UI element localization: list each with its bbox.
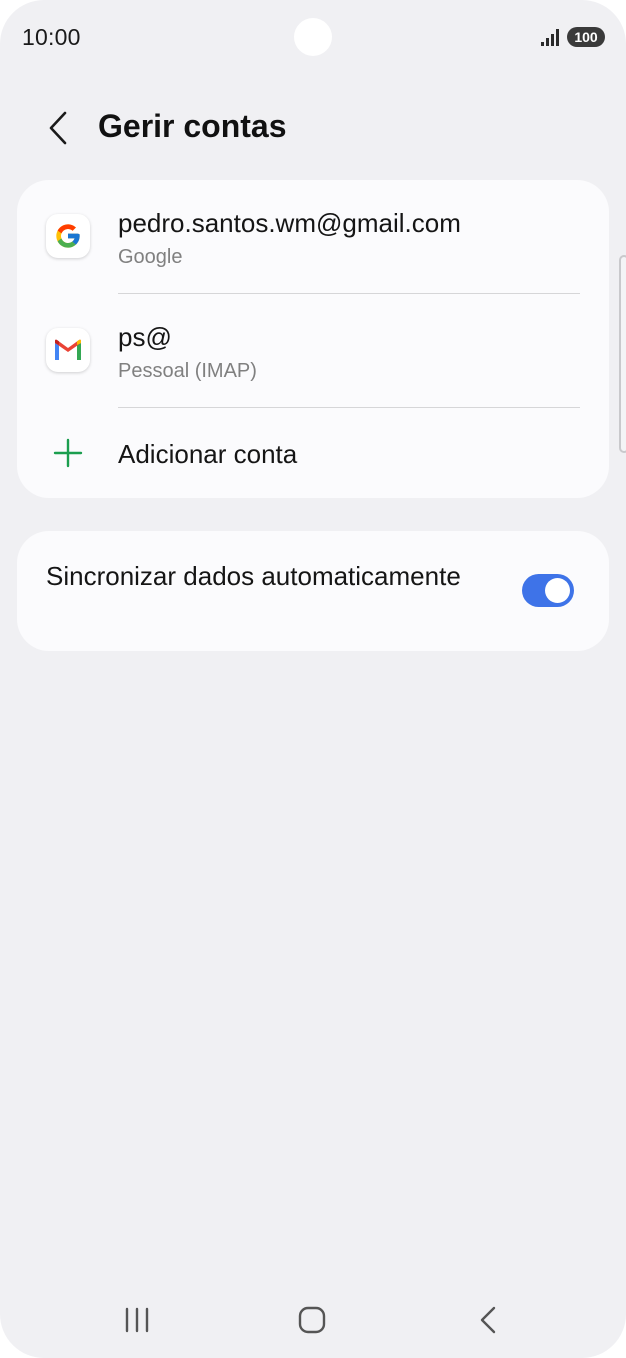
gmail-icon bbox=[46, 328, 90, 372]
toggle-knob bbox=[545, 578, 570, 603]
account-item-google[interactable]: pedro.santos.wm@gmail.com Google bbox=[17, 180, 609, 290]
accounts-card: pedro.santos.wm@gmail.com Google ps@ Pes… bbox=[17, 180, 609, 498]
auto-sync-toggle[interactable] bbox=[522, 574, 574, 607]
account-item-imap[interactable]: ps@ Pessoal (IMAP) bbox=[17, 294, 609, 404]
back-button[interactable] bbox=[38, 106, 78, 150]
account-type: Pessoal (IMAP) bbox=[118, 360, 257, 382]
battery-level: 100 bbox=[574, 29, 598, 45]
recent-apps-icon bbox=[125, 1307, 149, 1333]
home-icon bbox=[298, 1306, 326, 1334]
screen: 10:00 100 Gerir contas pedro.santos.wm@g… bbox=[0, 0, 626, 1358]
battery-icon: 100 bbox=[567, 27, 605, 47]
back-icon bbox=[480, 1306, 496, 1334]
add-account-button[interactable]: Adicionar conta bbox=[17, 408, 609, 498]
status-bar: 10:00 100 bbox=[0, 0, 626, 76]
recent-apps-button[interactable] bbox=[107, 1300, 167, 1340]
sync-card[interactable]: Sincronizar dados automaticamente bbox=[17, 531, 609, 651]
navigation-bar bbox=[0, 1280, 626, 1358]
signal-icon bbox=[541, 29, 559, 46]
plus-icon bbox=[53, 438, 83, 468]
account-type: Google bbox=[118, 246, 183, 268]
sync-label: Sincronizar dados automaticamente bbox=[46, 561, 461, 591]
nav-back-button[interactable] bbox=[458, 1300, 518, 1340]
account-email: pedro.santos.wm@gmail.com bbox=[118, 208, 461, 238]
chevron-left-icon bbox=[49, 111, 67, 145]
google-icon bbox=[46, 214, 90, 258]
scroll-handle[interactable] bbox=[619, 255, 626, 453]
account-email: ps@ bbox=[118, 322, 172, 352]
status-time: 10:00 bbox=[22, 24, 81, 50]
page-title: Gerir contas bbox=[98, 108, 287, 144]
camera-cutout bbox=[294, 18, 332, 56]
home-button[interactable] bbox=[282, 1300, 342, 1340]
add-account-label: Adicionar conta bbox=[118, 439, 298, 469]
